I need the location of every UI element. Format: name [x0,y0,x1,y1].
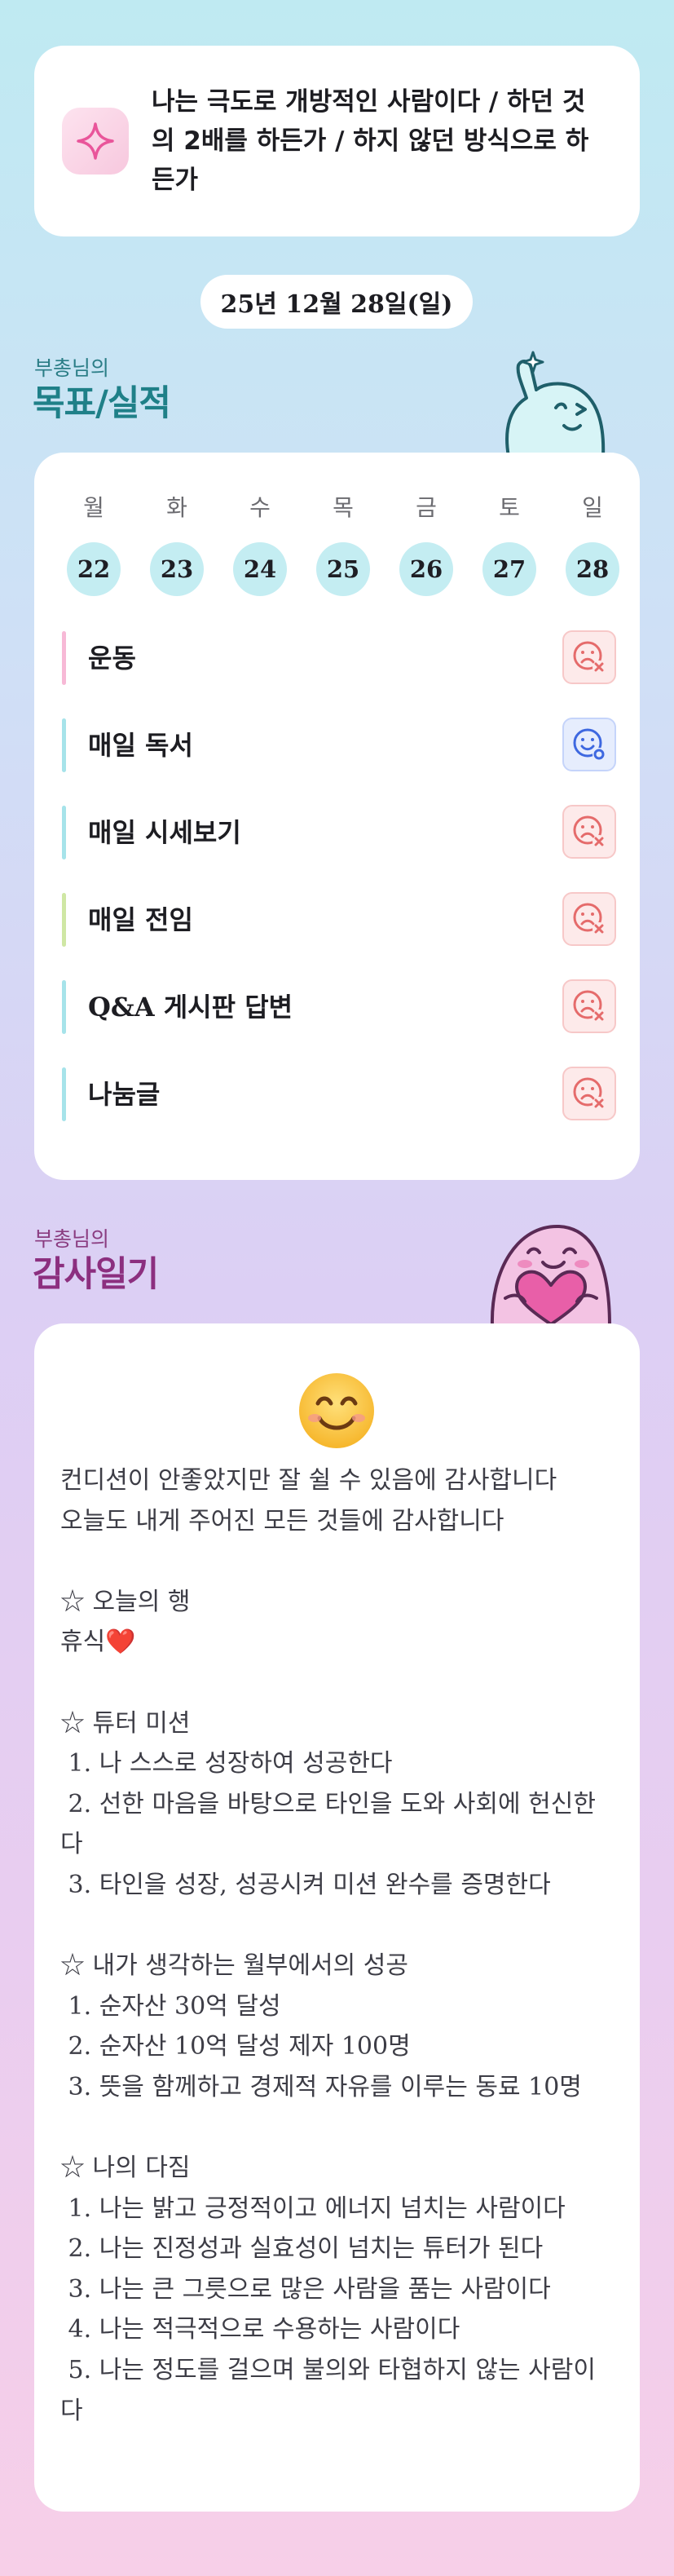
goal-color-bar [62,893,66,947]
date-label: 25년 12월 28일(일) [200,275,473,329]
goal-color-bar [62,631,66,685]
day-number: 28 [566,542,619,596]
day-sat[interactable]: 토 27 [481,492,538,596]
goal-row-market-check[interactable]: 매일 시세보기 [62,805,616,859]
day-fri[interactable]: 금 26 [398,492,455,596]
sad-x-face-icon [562,979,616,1033]
day-name: 토 [499,494,520,521]
day-number: 24 [233,542,287,596]
sad-x-face-icon [562,892,616,946]
goal-color-bar [62,1067,66,1121]
goal-label: 매일 시세보기 [88,817,241,848]
goal-row-daily-imjang[interactable]: 매일 전임 [62,892,616,947]
day-wed[interactable]: 수 24 [231,492,289,596]
goal-color-bar [62,806,66,859]
goal-color-bar [62,718,66,772]
smiling-face-icon [299,1373,374,1448]
goals-card: 월 22 화 23 수 24 목 25 금 26 토 27 일 28 운동 매일… [34,453,640,1180]
day-sun[interactable]: 일 28 [564,492,621,596]
day-thu[interactable]: 목 25 [315,492,372,596]
day-number: 23 [150,542,204,596]
heart-hugging-mascot-icon [490,1224,611,1326]
happy-face-icon [562,718,616,771]
goal-row-daily-reading[interactable]: 매일 독서 [62,718,616,772]
goal-label: Q&A 게시판 답변 [88,992,293,1023]
goal-label: 매일 전임 [88,904,193,935]
sparkle-icon [62,108,129,175]
motto-text: 나는 극도로 개방적인 사람이다 / 하던 것의 2배를 하든가 / 하지 않던… [152,87,589,195]
day-number: 27 [482,542,536,596]
day-number: 25 [316,542,370,596]
goal-label: 운동 [88,643,136,674]
sad-x-face-icon [562,805,616,859]
goal-row-sharing-post[interactable]: 나눔글 [62,1067,616,1121]
day-number: 22 [67,542,121,596]
day-number: 26 [399,542,453,596]
daily-report-page: 나는 극도로 개방적인 사람이다 / 하던 것의 2배를 하든가 / 하지 않던… [0,0,674,2576]
day-tue[interactable]: 화 23 [148,492,205,596]
gratitude-card: 컨디션이 안좋았지만 잘 쉴 수 있음에 감사합니다 오늘도 내게 주어진 모든… [34,1323,640,2512]
day-name: 월 [83,494,104,521]
gratitude-title: 감사일기 [33,1254,159,1295]
goal-color-bar [62,980,66,1034]
goal-label: 매일 독서 [88,730,193,761]
day-name: 수 [249,494,271,521]
day-name: 목 [333,494,354,521]
goals-title: 목표/실적 [33,383,171,424]
goal-row-exercise[interactable]: 운동 [62,630,616,685]
goal-row-qna-answers[interactable]: Q&A 게시판 답변 [62,979,616,1034]
day-name: 일 [582,494,603,521]
gratitude-text: 컨디션이 안좋았지만 잘 쉴 수 있음에 감사합니다 오늘도 내게 주어진 모든… [60,1466,596,2425]
day-name: 화 [166,494,187,521]
sad-x-face-icon [562,1067,616,1120]
goal-label: 나눔글 [88,1079,161,1110]
waving-mascot-icon [505,351,606,457]
day-mon[interactable]: 월 22 [65,492,122,596]
motto-card: 나는 극도로 개방적인 사람이다 / 하던 것의 2배를 하든가 / 하지 않던… [34,46,640,236]
week-strip: 월 22 화 23 수 24 목 25 금 26 토 27 일 28 [60,492,619,596]
day-name: 금 [416,494,437,521]
sad-x-face-icon [562,630,616,684]
